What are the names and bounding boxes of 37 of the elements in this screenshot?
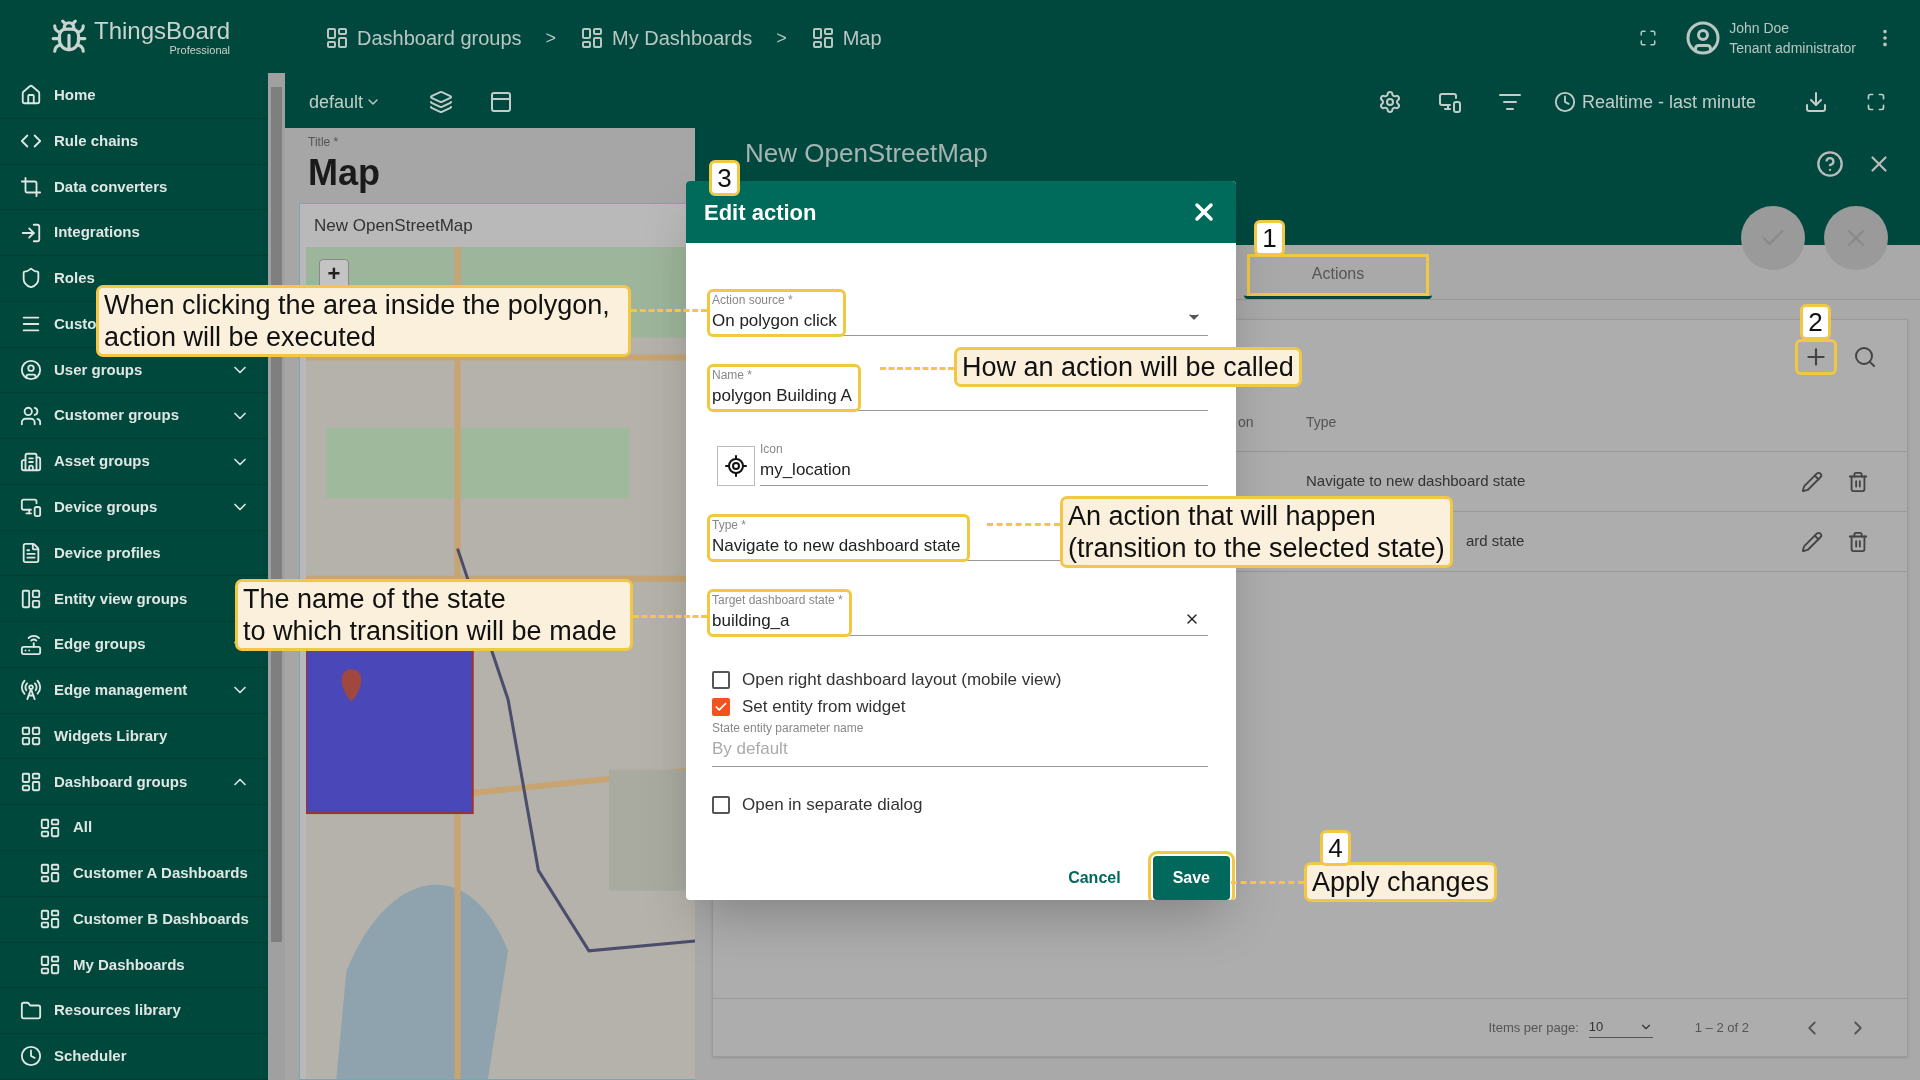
- field-label: Icon: [760, 441, 784, 457]
- step-badge: 1: [1254, 220, 1285, 256]
- callout-text: When clicking the area inside the polygon,: [104, 289, 611, 321]
- breadcrumb-separator: >: [776, 26, 787, 50]
- field-value: polygon Building A: [712, 385, 852, 407]
- column-header: on: [1238, 413, 1255, 432]
- logo-edition: Professional: [169, 43, 231, 56]
- field-label: Action source *: [712, 292, 794, 308]
- field-value: On polygon click: [712, 310, 837, 332]
- table-cell-text: ard state: [1466, 531, 1525, 552]
- callout-text: Apply changes: [1312, 866, 1490, 898]
- widget-title: New OpenStreetMap: [314, 215, 473, 237]
- field-value: my_location: [760, 459, 852, 481]
- logo-name: ThingsBoard: [94, 17, 231, 44]
- callout-text: The name of the state: [243, 583, 507, 615]
- dashboard-title: Map: [308, 151, 380, 195]
- field-label: Type *: [712, 517, 748, 533]
- breadcrumb-separator: >: [545, 26, 557, 50]
- callout-text: to which transition will be made: [243, 615, 618, 647]
- field-label: Target dashboard state *: [712, 592, 843, 608]
- dialog-title: Edit action: [704, 198, 818, 227]
- field-value: Navigate to new dashboard state: [712, 535, 961, 557]
- page-range: 1 – 2 of 2: [1694, 1018, 1749, 1037]
- callout-text: action will be executed: [104, 321, 377, 353]
- column-header: Type: [1306, 413, 1337, 432]
- step-badge: 4: [1320, 830, 1351, 866]
- user-name: John Doe: [1729, 19, 1791, 38]
- step-badge: 3: [709, 160, 740, 196]
- field-label: Name *: [712, 367, 753, 383]
- user-role: Tenant administrator: [1729, 39, 1856, 58]
- panel-title: New OpenStreetMap: [745, 138, 988, 168]
- step-badge: 2: [1800, 304, 1831, 340]
- field-label: State entity parameter name: [712, 720, 865, 736]
- title-label: Title *: [308, 134, 339, 151]
- items-per-page-label: Items per page:: [1488, 1018, 1579, 1037]
- table-cell-text: Navigate to new dashboard state: [1306, 471, 1526, 492]
- field-value: building_a: [712, 610, 791, 632]
